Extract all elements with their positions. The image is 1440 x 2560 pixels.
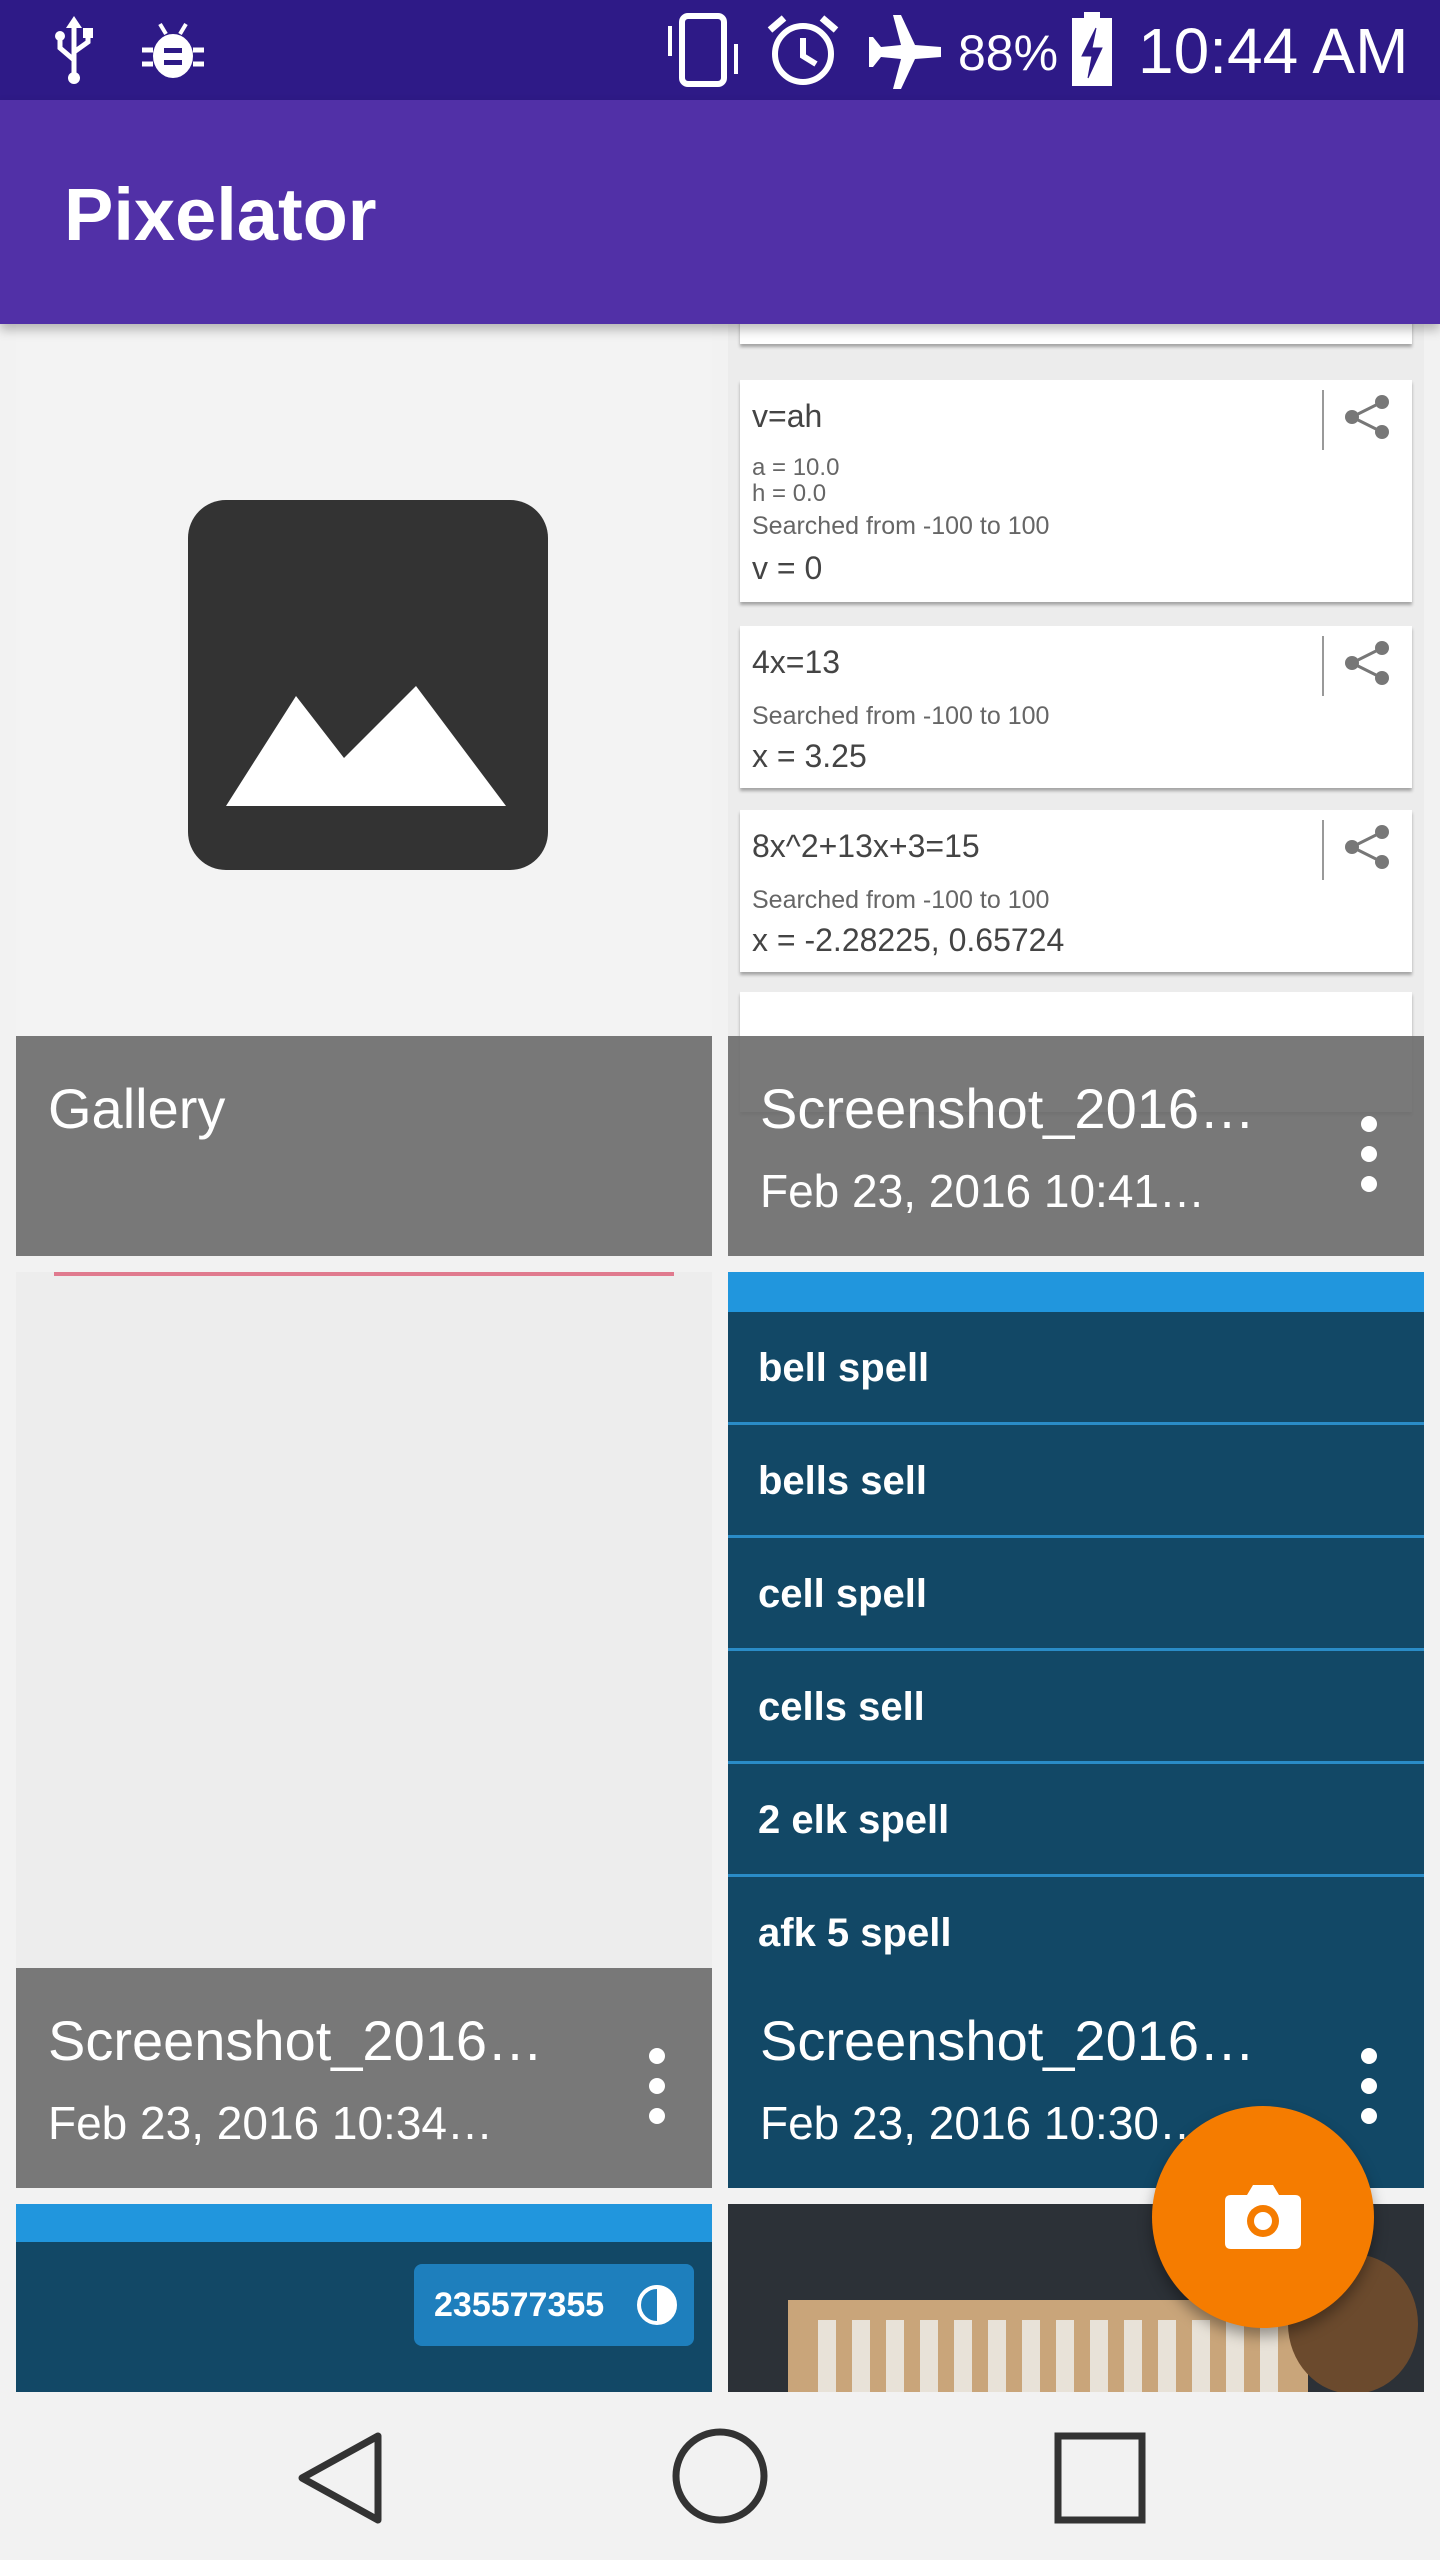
card-range: Searched from -100 to 100 [752,702,1050,730]
screenshot-tile-1030[interactable]: bell spell bells sell cell spell cells s… [728,1272,1424,2188]
screenshot-thumbnail [54,1272,674,1276]
debug-icon [142,22,204,78]
photo-detail [818,2320,1278,2392]
app-bar: Pixelator [0,100,1440,324]
more-options-icon[interactable] [642,2048,672,2138]
calc-card-partial [740,324,1412,344]
more-options-icon[interactable] [1354,2048,1384,2138]
share-icon [1345,825,1389,869]
preview-header [728,1272,1424,1312]
file-name: Screenshot_2016… [760,2009,1256,2072]
usb-icon [55,16,93,84]
spell-row: 2 elk spell [728,1764,1424,1877]
divider [1322,820,1324,880]
card-var: a = 10.0 [752,454,840,481]
home-icon[interactable] [670,2426,770,2526]
screenshot-tile-partial[interactable]: 235577355 [16,2204,712,2392]
image-grid: Gallery v=ah a = 10.0 h = 0.0 Searched f… [0,324,1440,2392]
tile-caption: Screenshot_2016… Feb 23, 2016 10:34… [16,1968,712,2188]
status-bar: 88% 10:44 AM [0,0,1440,100]
card-range: Searched from -100 to 100 [752,886,1050,914]
screenshot-tile-1034[interactable]: Screenshot_2016… Feb 23, 2016 10:34… [16,1272,712,2188]
share-icon [1345,641,1389,685]
card-equation: 4x=13 [752,644,841,680]
file-date: Feb 23, 2016 10:34… [48,2097,493,2149]
file-date: Feb 23, 2016 10:30… [760,2097,1205,2149]
airplane-icon [869,15,941,89]
camera-fab[interactable] [1152,2106,1374,2328]
preview-badge: 235577355 [414,2264,694,2346]
camera-icon [1225,2185,1301,2249]
file-name: Screenshot_2016… [760,1077,1256,1140]
card-equation: v=ah [752,398,823,434]
spell-row: bell spell [728,1312,1424,1425]
image-icon [188,500,548,870]
gallery-label: Gallery [48,1077,226,1140]
navigation-bar [0,2392,1440,2560]
share-icon [1345,395,1389,439]
recents-icon[interactable] [1050,2428,1150,2528]
app-title: Pixelator [64,173,377,256]
calc-card: v=ah a = 10.0 h = 0.0 Searched from -100… [740,380,1412,602]
card-result: v = 0 [752,550,823,586]
card-result: x = -2.28225, 0.65724 [752,922,1065,958]
vibrate-icon [668,13,738,87]
calc-card: 8x^2+13x+3=15 Searched from -100 to 100 … [740,810,1412,972]
more-options-icon[interactable] [1354,1116,1384,1206]
divider [1322,636,1324,696]
preview-header [16,2204,712,2242]
card-result: x = 3.25 [752,738,867,774]
spell-row: cells sell [728,1651,1424,1764]
screenshot-tile-1041[interactable]: v=ah a = 10.0 h = 0.0 Searched from -100… [728,324,1424,1256]
tile-caption: Screenshot_2016… Feb 23, 2016 10:41… [728,1036,1424,1256]
spell-row: cell spell [728,1538,1424,1651]
battery-charging-icon [1072,12,1112,86]
card-var: h = 0.0 [752,480,827,507]
battery-percent: 88% [958,25,1059,81]
file-date: Feb 23, 2016 10:41… [760,1165,1205,1217]
file-name: Screenshot_2016… [48,2009,544,2072]
gallery-tile[interactable]: Gallery [16,324,712,1256]
pie-icon [637,2285,677,2325]
alarm-icon [767,15,839,85]
back-icon[interactable] [290,2428,390,2528]
spell-row: bells sell [728,1425,1424,1538]
clock: 10:44 AM [1138,15,1409,87]
divider [1322,390,1324,450]
card-equation: 8x^2+13x+3=15 [752,828,980,864]
tile-caption: Gallery [16,1036,712,1256]
calc-card: 4x=13 Searched from -100 to 100 x = 3.25 [740,626,1412,788]
card-range: Searched from -100 to 100 [752,512,1050,540]
